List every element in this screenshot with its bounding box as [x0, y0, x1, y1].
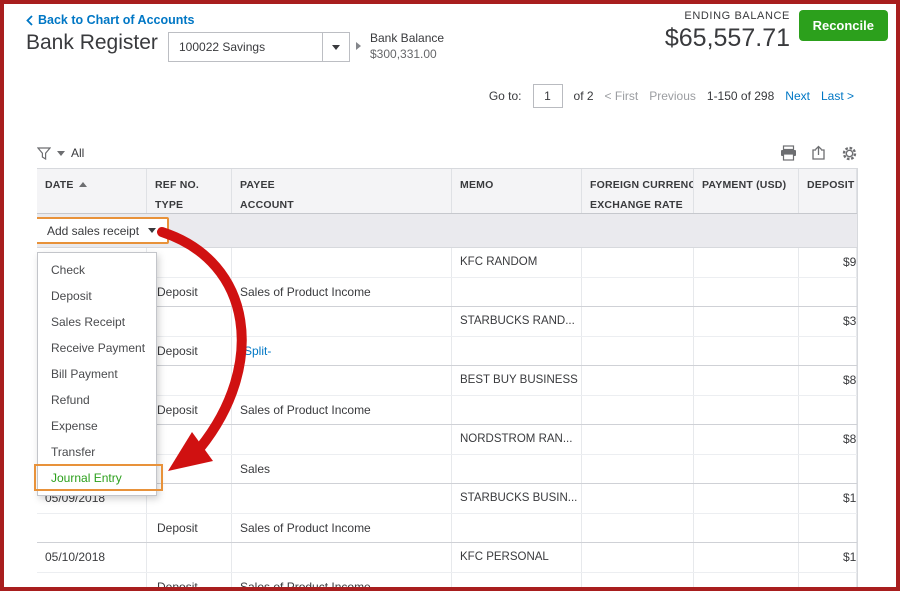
menu-item-deposit[interactable]: Deposit — [38, 283, 156, 309]
first-page-link[interactable]: < First — [605, 89, 639, 103]
txn-account: Sales of Product Income — [240, 284, 371, 299]
page-of-label: of 2 — [573, 89, 594, 103]
menu-item-check[interactable]: Check — [38, 257, 156, 283]
bank-balance: Bank Balance $300,331.00 — [370, 30, 444, 62]
txn-deposit: $1 — [843, 491, 857, 506]
back-chevron-icon — [26, 14, 33, 26]
txn-date: 05/10/2018 — [45, 550, 106, 565]
transaction-row[interactable]: KFC RANDOM $9 Deposit Sales of Product I… — [37, 248, 857, 307]
txn-deposit: $3 — [843, 314, 857, 329]
txn-account: Sales of Product Income — [240, 402, 371, 417]
transaction-row[interactable]: NORDSTROM RAN... $8 Sales — [37, 425, 857, 484]
txn-type: Deposit — [157, 579, 198, 587]
reconcile-button[interactable]: Reconcile — [798, 10, 888, 41]
menu-item-receive-payment[interactable]: Receive Payment — [38, 335, 156, 361]
transaction-row[interactable]: STARBUCKS RAND... $3 Deposit -Split- — [37, 307, 857, 366]
transaction-row[interactable]: BEST BUY BUSINESS $8 Deposit Sales of Pr… — [37, 366, 857, 425]
export-icon[interactable] — [811, 145, 827, 161]
txn-type: Deposit — [157, 402, 198, 417]
register-table: DATE REF NO. TYPE PAYEE ACCOUNT MEMO FOR… — [37, 168, 858, 587]
table-toolbar: All — [37, 140, 858, 166]
transaction-row[interactable]: 05/09/2018 STARBUCKS BUSIN... $1 Deposit… — [37, 484, 857, 543]
ending-balance-label: ENDING BALANCE — [684, 10, 790, 22]
menu-item-sales-receipt[interactable]: Sales Receipt — [38, 309, 156, 335]
split-link[interactable]: -Split- — [240, 344, 271, 358]
txn-deposit: $9 — [843, 255, 857, 270]
menu-item-transfer[interactable]: Transfer — [38, 439, 156, 465]
txn-account: Sales of Product Income — [240, 520, 371, 535]
column-header-foreign-currency[interactable]: FOREIGN CURRENC EXCHANGE RATE — [582, 169, 694, 213]
add-transaction-label: Add sales receipt — [47, 223, 140, 238]
txn-deposit: $8 — [843, 373, 857, 388]
sort-ascending-icon — [78, 182, 87, 187]
new-transaction-row: Add sales receipt — [37, 214, 857, 248]
txn-memo: STARBUCKS BUSIN... — [460, 492, 578, 505]
ending-balance-value: $65,557.71 — [664, 24, 790, 52]
column-header-date[interactable]: DATE — [37, 169, 147, 213]
previous-page-link[interactable]: Previous — [649, 89, 696, 103]
bank-balance-value: $300,331.00 — [370, 47, 437, 61]
column-header-payment[interactable]: PAYMENT (USD) — [694, 169, 799, 213]
filter-button[interactable]: All — [37, 146, 84, 160]
column-header-memo[interactable]: MEMO — [452, 169, 582, 213]
account-selector-value: 100022 Savings — [179, 40, 266, 54]
print-icon[interactable] — [780, 145, 797, 161]
back-to-chart-link[interactable]: Back to Chart of Accounts — [26, 13, 195, 27]
column-header-payee-account[interactable]: PAYEE ACCOUNT — [232, 169, 452, 213]
menu-item-expense[interactable]: Expense — [38, 413, 156, 439]
txn-account: Sales — [240, 461, 271, 476]
txn-type: Deposit — [157, 520, 198, 535]
filter-funnel-icon — [37, 146, 51, 160]
txn-type: Deposit — [157, 343, 198, 358]
txn-memo: STARBUCKS RAND... — [460, 315, 575, 328]
chevron-down-icon — [322, 33, 349, 61]
add-transaction-menu: Check Deposit Sales Receipt Receive Paym… — [37, 252, 157, 496]
menu-item-refund[interactable]: Refund — [38, 387, 156, 413]
last-page-link[interactable]: Last > — [821, 89, 854, 103]
pagination-bar: Go to: of 2 < First Previous 1-150 of 29… — [489, 84, 854, 108]
txn-memo: KFC RANDOM — [460, 256, 538, 269]
page-number-input[interactable] — [532, 84, 563, 108]
txn-deposit: $1 — [843, 550, 857, 565]
bank-balance-label: Bank Balance — [370, 31, 445, 45]
page-range-label: 1-150 of 298 — [706, 89, 775, 103]
filter-caret-icon — [57, 150, 65, 156]
add-transaction-caret-icon — [148, 228, 157, 233]
back-link-label: Back to Chart of Accounts — [38, 13, 195, 27]
filter-all-label: All — [71, 146, 85, 160]
next-page-link[interactable]: Next — [785, 89, 810, 103]
txn-account: Sales of Product Income — [240, 579, 371, 587]
table-header-row: DATE REF NO. TYPE PAYEE ACCOUNT MEMO FOR… — [37, 168, 857, 214]
settings-gear-icon[interactable] — [841, 145, 858, 162]
add-transaction-button[interactable]: Add sales receipt — [37, 217, 170, 244]
txn-memo: BEST BUY BUSINESS — [460, 374, 578, 387]
ending-balance: ENDING BALANCE $65,557.71 — [665, 10, 790, 53]
column-header-refno-type[interactable]: REF NO. TYPE — [147, 169, 232, 213]
account-selector[interactable]: 100022 Savings — [168, 32, 350, 62]
collapse-arrow-icon — [356, 42, 361, 50]
page-title: Bank Register — [26, 31, 158, 54]
txn-deposit: $8 — [843, 432, 857, 447]
column-header-deposit[interactable]: DEPOSIT — [799, 169, 857, 213]
menu-item-journal-entry[interactable]: Journal Entry — [38, 465, 156, 491]
menu-item-bill-payment[interactable]: Bill Payment — [38, 361, 156, 387]
txn-memo: NORDSTROM RAN... — [460, 433, 573, 446]
txn-memo: KFC PERSONAL — [460, 551, 549, 564]
bank-register-window: Back to Chart of Accounts Bank Register … — [0, 0, 900, 591]
txn-type: Deposit — [157, 284, 198, 299]
transaction-row[interactable]: 05/10/2018 KFC PERSONAL $1 Deposit Sales… — [37, 543, 857, 587]
goto-label: Go to: — [488, 89, 522, 103]
